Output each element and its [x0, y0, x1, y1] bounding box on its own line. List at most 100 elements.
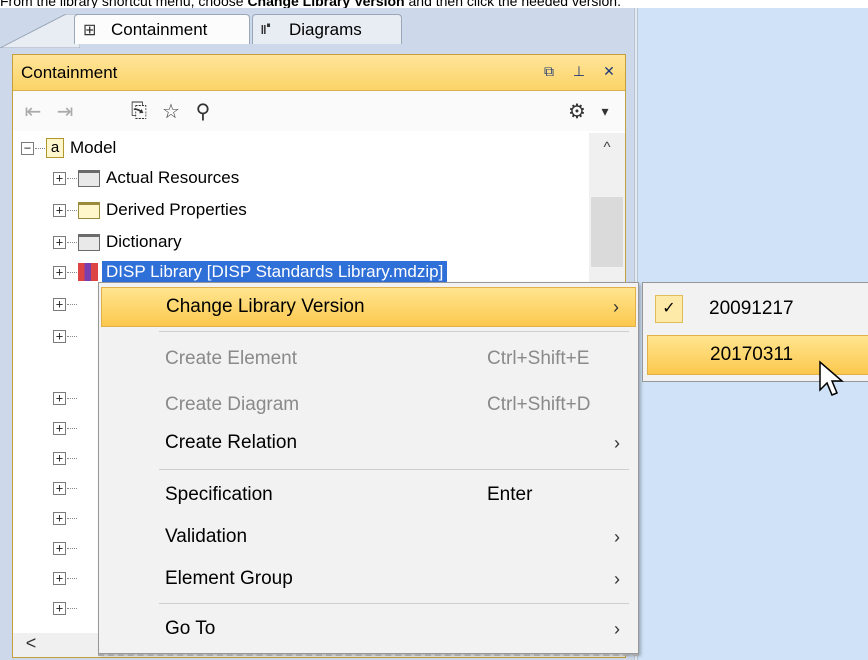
expand-icon[interactable]: +: [53, 421, 66, 435]
dropdown-icon[interactable]: ▾: [591, 97, 619, 125]
tree-root-label: Model: [70, 138, 117, 157]
folder-icon: [78, 169, 100, 187]
menu-separator: [159, 469, 629, 470]
expand-icon[interactable]: +: [53, 235, 66, 249]
menu-item-validation[interactable]: Validation ›: [101, 517, 636, 557]
menu-separator: [159, 603, 629, 604]
expand-icon[interactable]: +: [53, 541, 66, 555]
menu-item-shortcut: Enter: [487, 484, 533, 505]
tree-connector: [35, 147, 45, 149]
restore-icon[interactable]: ⧉: [541, 63, 557, 80]
menu-item-label: Specification: [165, 484, 273, 505]
context-menu: Change Library Version › Create Element …: [98, 282, 639, 654]
tree-connector: [67, 427, 77, 429]
expand-icon[interactable]: +: [53, 571, 66, 585]
expand-icon[interactable]: +: [53, 391, 66, 405]
submenu-arrow-icon: ›: [613, 296, 619, 317]
tree-connector: [67, 177, 77, 179]
close-icon[interactable]: ✕: [601, 63, 617, 80]
instruction-caption: From the library shortcut menu, choose C…: [0, 0, 868, 8]
tree-item-hidden[interactable]: +: [53, 321, 78, 351]
tree-connector: [67, 241, 77, 243]
menu-item-label: Create Relation: [165, 432, 298, 453]
tree-item-hidden[interactable]: +: [53, 443, 78, 473]
tree-item-hidden[interactable]: +: [53, 563, 78, 593]
panel-title: Containment: [21, 62, 118, 82]
tree-item-label: Dictionary: [106, 232, 182, 251]
menu-item-specification[interactable]: Specification Enter: [101, 475, 636, 515]
menu-item-create-element[interactable]: Create Element Ctrl+Shift+E: [101, 339, 636, 379]
open-icon[interactable]: ⎘: [125, 97, 153, 125]
expand-icon[interactable]: +: [53, 481, 66, 495]
submenu-arrow-icon: ›: [614, 618, 620, 639]
containment-tree-icon: ⊞: [83, 21, 97, 39]
tree-connector: [67, 517, 77, 519]
tab-containment-label: Containment: [111, 19, 208, 39]
tree-connector: [67, 487, 77, 489]
menu-item-change-library-version[interactable]: Change Library Version ›: [101, 287, 636, 327]
gear-icon[interactable]: ⚙: [563, 97, 591, 125]
tree-connector: [67, 607, 77, 609]
tree-item-hidden[interactable]: +: [53, 383, 78, 413]
tree-item-actual-resources[interactable]: + Actual Resources: [53, 163, 239, 193]
tab-diagrams[interactable]: ⑈ Diagrams: [252, 14, 402, 44]
submenu-arrow-icon: ›: [614, 568, 620, 589]
collapse-icon[interactable]: −: [21, 141, 34, 155]
tree-connector: [67, 335, 77, 337]
tab-containment[interactable]: ⊞ Containment: [74, 14, 250, 44]
tree-item-hidden[interactable]: +: [53, 413, 78, 443]
tree-connector: [67, 209, 77, 211]
tree-item-hidden[interactable]: +: [53, 473, 78, 503]
tree-item-label: Derived Properties: [106, 200, 247, 219]
expand-icon[interactable]: +: [53, 511, 66, 525]
favorites-star-icon[interactable]: ☆: [157, 97, 185, 125]
collapse-all-icon[interactable]: ⇤: [19, 97, 47, 125]
tree-item-label: DISP Library [DISP Standards Library.mdz…: [102, 261, 448, 283]
scroll-up-icon[interactable]: ^: [589, 139, 625, 156]
menu-item-label: Change Library Version: [166, 296, 365, 317]
expand-all-icon[interactable]: ⇥: [51, 97, 79, 125]
submenu-item-20091217[interactable]: ✓ 20091217: [647, 289, 868, 329]
menu-item-label: Element Group: [165, 568, 293, 589]
menu-cut-edge: [98, 654, 639, 660]
expand-icon[interactable]: +: [53, 451, 66, 465]
menu-item-create-relation[interactable]: Create Relation ›: [101, 423, 636, 463]
scrollbar-thumb[interactable]: [591, 197, 623, 267]
tree-item-label: Actual Resources: [106, 168, 240, 187]
tree-connector: [67, 547, 77, 549]
menu-item-label: Validation: [165, 526, 248, 547]
expand-icon[interactable]: +: [53, 203, 66, 217]
tree-connector: [67, 397, 77, 399]
submenu-item-label: 20170311: [710, 344, 794, 365]
tree-item-hidden[interactable]: +: [53, 533, 78, 563]
menu-item-go-to[interactable]: Go To ›: [101, 609, 636, 649]
tree-item-hidden[interactable]: +: [53, 289, 78, 319]
expand-icon[interactable]: +: [53, 265, 66, 279]
search-icon[interactable]: ⚲: [189, 97, 217, 125]
checkmark-icon: ✓: [655, 295, 683, 323]
tree-root[interactable]: − a Model: [21, 133, 116, 163]
folder-icon: [78, 233, 100, 251]
expand-icon[interactable]: +: [53, 329, 66, 343]
expand-icon[interactable]: +: [53, 171, 66, 185]
tree-item-derived-properties[interactable]: + Derived Properties: [53, 195, 247, 225]
menu-item-shortcut: Ctrl+Shift+E: [487, 348, 590, 369]
pin-icon[interactable]: ⊥: [571, 63, 587, 80]
tree-connector: [67, 577, 77, 579]
mouse-cursor-icon: [819, 360, 845, 396]
tree-item-hidden[interactable]: +: [53, 503, 78, 533]
panel-header-buttons: ⧉ ⊥ ✕: [541, 63, 617, 80]
menu-separator: [159, 331, 629, 332]
library-icon: [78, 263, 98, 281]
tree-item-dictionary[interactable]: + Dictionary: [53, 227, 182, 257]
expand-icon[interactable]: +: [53, 297, 66, 311]
menu-item-element-group[interactable]: Element Group ›: [101, 559, 636, 599]
submenu-arrow-icon: ›: [614, 432, 620, 453]
tree-item-hidden[interactable]: +: [53, 593, 78, 623]
menu-item-create-diagram[interactable]: Create Diagram Ctrl+Shift+D: [101, 385, 636, 425]
menu-item-label: Create Diagram: [165, 394, 300, 415]
scroll-left-icon[interactable]: <: [19, 633, 43, 654]
panel-toolbar: ⇤ ⇥ ⎘ ☆ ⚲ ⚙ ▾: [13, 91, 625, 131]
expand-icon[interactable]: +: [53, 601, 66, 615]
menu-item-label: Go To: [165, 618, 216, 639]
